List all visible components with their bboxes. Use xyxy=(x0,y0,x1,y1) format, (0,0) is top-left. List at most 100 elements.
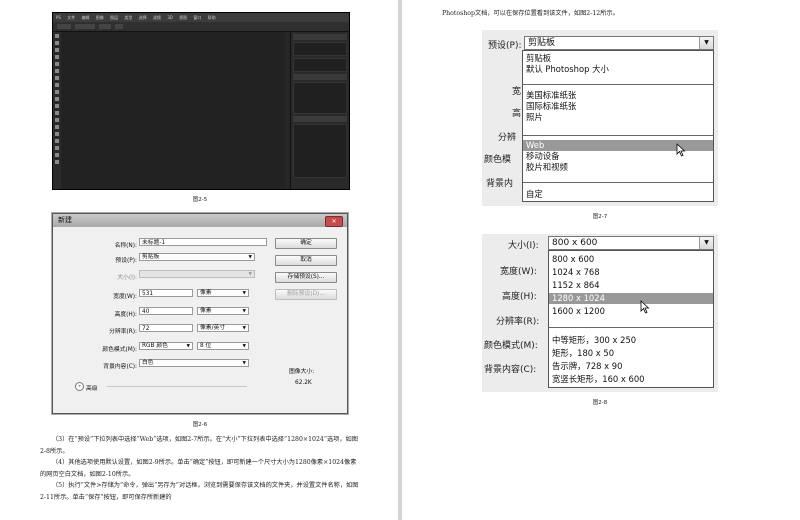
paragraph-4: （4）其他选项使用默认设置，如图2-9所示。单击“确定”按钮，即可新建一个尺寸大… xyxy=(40,459,357,478)
option-1600x1200[interactable]: 1600 x 1200 xyxy=(549,306,713,317)
resolution-input[interactable]: 72 xyxy=(139,324,193,332)
save-preset-button[interactable]: 存储预设(S)... xyxy=(275,272,337,283)
chevron-down-icon: ▼ xyxy=(242,361,246,366)
photoshop-screenshot: PS 文件 编辑 图像 图层 类型 选择 滤镜 3D 视图 窗口 帮助 xyxy=(52,12,350,190)
intro-text: Photoshop文档，可以在保存位置看到该文件，如图2-12所示。 xyxy=(442,10,619,17)
background-label: 背景内容(C): xyxy=(103,364,137,370)
menu-layer: 图层 xyxy=(110,15,119,20)
option-film-video[interactable]: 胶片和视频 xyxy=(523,162,713,173)
chevron-down-icon: ▼ xyxy=(242,344,246,349)
bg-label-height: 高度(H): xyxy=(502,292,537,302)
bg-label-width: 宽 xyxy=(512,87,522,97)
preset-select[interactable]: 剪贴板 ▼ xyxy=(139,253,255,261)
size-select[interactable]: ▼ xyxy=(139,270,255,278)
chevron-down-icon[interactable]: ▼ xyxy=(699,37,713,49)
paragraph-3: （3）在“预设”下拉列表中选择“Web”选项，如图2-7所示。在“大小”下拉列表… xyxy=(40,436,358,455)
chevron-down-icon: ▼ xyxy=(242,291,246,296)
ok-button[interactable]: 确定 xyxy=(275,238,337,249)
bg-label-resolution: 分辨率(R): xyxy=(496,317,540,327)
photoshop-options-bar xyxy=(53,22,349,32)
option-clipboard[interactable]: 剪贴板 xyxy=(523,53,713,64)
option-intl-paper[interactable]: 国际标准纸张 xyxy=(523,101,713,112)
advanced-divider xyxy=(107,386,247,387)
option-800x600[interactable]: 800 x 600 xyxy=(549,254,713,265)
option-1152x864[interactable]: 1152 x 864 xyxy=(549,280,713,291)
chevron-down-icon[interactable]: ▼ xyxy=(699,237,713,249)
bg-label-background: 背景内容(C): xyxy=(484,365,537,375)
option-us-paper[interactable]: 美国标准纸张 xyxy=(523,90,713,101)
color-mode-value: RGB 颜色 xyxy=(142,343,168,349)
menu-view: 视图 xyxy=(179,15,188,20)
delete-preset-button[interactable]: 删除预设(D)... xyxy=(275,289,337,300)
chevron-down-icon: ▼ xyxy=(248,272,252,277)
width-input[interactable]: 531 xyxy=(139,289,193,297)
color-mode-select[interactable]: RGB 颜色 ▼ xyxy=(139,342,193,350)
resolution-unit-select[interactable]: 像素/英寸 ▼ xyxy=(197,324,249,332)
option-rect[interactable]: 矩形，180 x 50 xyxy=(549,348,713,359)
new-document-dialog: 新建 ✕ 名称(N): 未标题-1 预设(P): 剪贴板 ▼ 大小(I): ▼ … xyxy=(52,213,348,414)
width-unit-select[interactable]: 像素 ▼ xyxy=(197,289,249,297)
mouse-cursor-icon xyxy=(640,300,650,314)
body-text: （3）在“预设”下拉列表中选择“Web”选项，如图2-7所示。在“大小”下拉列表… xyxy=(40,434,362,503)
option-1280x1024[interactable]: 1280 x 1024 xyxy=(549,293,713,304)
width-unit: 像素 xyxy=(200,290,212,296)
resolution-unit: 像素/英寸 xyxy=(200,325,226,331)
preset-options-list: 剪贴板 默认 Photoshop 大小 美国标准纸张 国际标准纸张 照片 Web… xyxy=(522,50,714,202)
height-unit: 像素 xyxy=(200,308,212,314)
menu-edit: 编辑 xyxy=(81,15,90,20)
chevron-down-icon: ▼ xyxy=(248,255,252,260)
option-default-photoshop[interactable]: 默认 Photoshop 大小 xyxy=(523,64,713,75)
menu-help: 帮助 xyxy=(207,15,216,20)
image-size-value: 62.2K xyxy=(295,380,312,386)
size-options-list: 800 x 600 1024 x 768 1152 x 864 1280 x 1… xyxy=(548,250,714,388)
background-select[interactable]: 白色 ▼ xyxy=(139,359,249,367)
menu-filter: 滤镜 xyxy=(152,15,161,20)
height-unit-select[interactable]: 像素 ▼ xyxy=(197,307,249,315)
size-select[interactable]: 800 x 600 ▼ xyxy=(548,236,714,250)
width-label: 宽度(W): xyxy=(113,294,137,300)
dialog-title: 新建 xyxy=(58,216,72,224)
menu-logo: PS xyxy=(56,15,61,20)
expand-advanced-icon[interactable]: » xyxy=(75,382,84,391)
photoshop-menubar: PS 文件 编辑 图像 图层 类型 选择 滤镜 3D 视图 窗口 帮助 xyxy=(53,13,349,22)
background-value: 白色 xyxy=(142,360,154,366)
bg-label-width: 宽度(W): xyxy=(500,267,537,277)
left-page: PS 文件 编辑 图像 图层 类型 选择 滤镜 3D 视图 窗口 帮助 图2-5… xyxy=(0,0,398,520)
color-mode-label: 颜色模式(M): xyxy=(102,347,137,353)
advanced-label[interactable]: 高级 xyxy=(86,383,98,392)
option-wide-skyscraper[interactable]: 宽竖长矩形，160 x 600 xyxy=(549,374,713,385)
option-medium-rect[interactable]: 中等矩形，300 x 250 xyxy=(549,335,713,346)
option-photo[interactable]: 照片 xyxy=(523,112,713,123)
resolution-label: 分辨率(R): xyxy=(109,329,137,335)
bit-depth-value: 8 位 xyxy=(200,343,212,349)
size-value: 800 x 600 xyxy=(552,238,598,248)
size-label: 大小(I): xyxy=(508,241,539,251)
close-button[interactable]: ✕ xyxy=(325,216,343,227)
bg-label-background: 背景内 xyxy=(486,179,514,189)
preset-dropdown-screenshot: 预设(P): 剪贴板 ▼ 宽 高 分辨 颜色模 背景内 剪贴板 默认 Photo… xyxy=(482,30,718,206)
chevron-down-icon: ▼ xyxy=(242,326,246,331)
size-dropdown-screenshot: 大小(I): 800 x 600 ▼ 宽度(W): 高度(H): 分辨率(R):… xyxy=(482,234,718,392)
option-billboard[interactable]: 告示牌，728 x 90 xyxy=(549,361,713,372)
menu-file: 文件 xyxy=(67,15,76,20)
figure-6-caption: 图2-6 xyxy=(192,422,208,428)
option-1024x768[interactable]: 1024 x 768 xyxy=(549,267,713,278)
chevron-down-icon: ▼ xyxy=(242,309,246,314)
menu-window: 窗口 xyxy=(193,15,202,20)
name-input[interactable]: 未标题-1 xyxy=(139,238,267,246)
menu-3d: 3D xyxy=(167,15,173,20)
bit-depth-select[interactable]: 8 位 ▼ xyxy=(197,342,249,350)
bg-label-color-mode: 颜色模 xyxy=(484,155,512,165)
cancel-button[interactable]: 取消 xyxy=(275,255,337,266)
menu-image: 图像 xyxy=(95,15,104,20)
preset-select[interactable]: 剪贴板 ▼ xyxy=(524,36,714,50)
dialog-titlebar: 新建 ✕ xyxy=(53,214,347,227)
option-custom[interactable]: 自定 xyxy=(523,189,713,200)
image-size-label: 图像大小: xyxy=(289,369,315,375)
height-input[interactable]: 40 xyxy=(139,307,193,315)
mouse-cursor-icon xyxy=(676,143,686,157)
bg-label-height: 高 xyxy=(512,109,522,119)
preset-label: 预设(P): xyxy=(488,41,522,51)
preset-value: 剪贴板 xyxy=(142,254,160,260)
bg-label-color-mode: 颜色模式(M): xyxy=(484,341,538,351)
